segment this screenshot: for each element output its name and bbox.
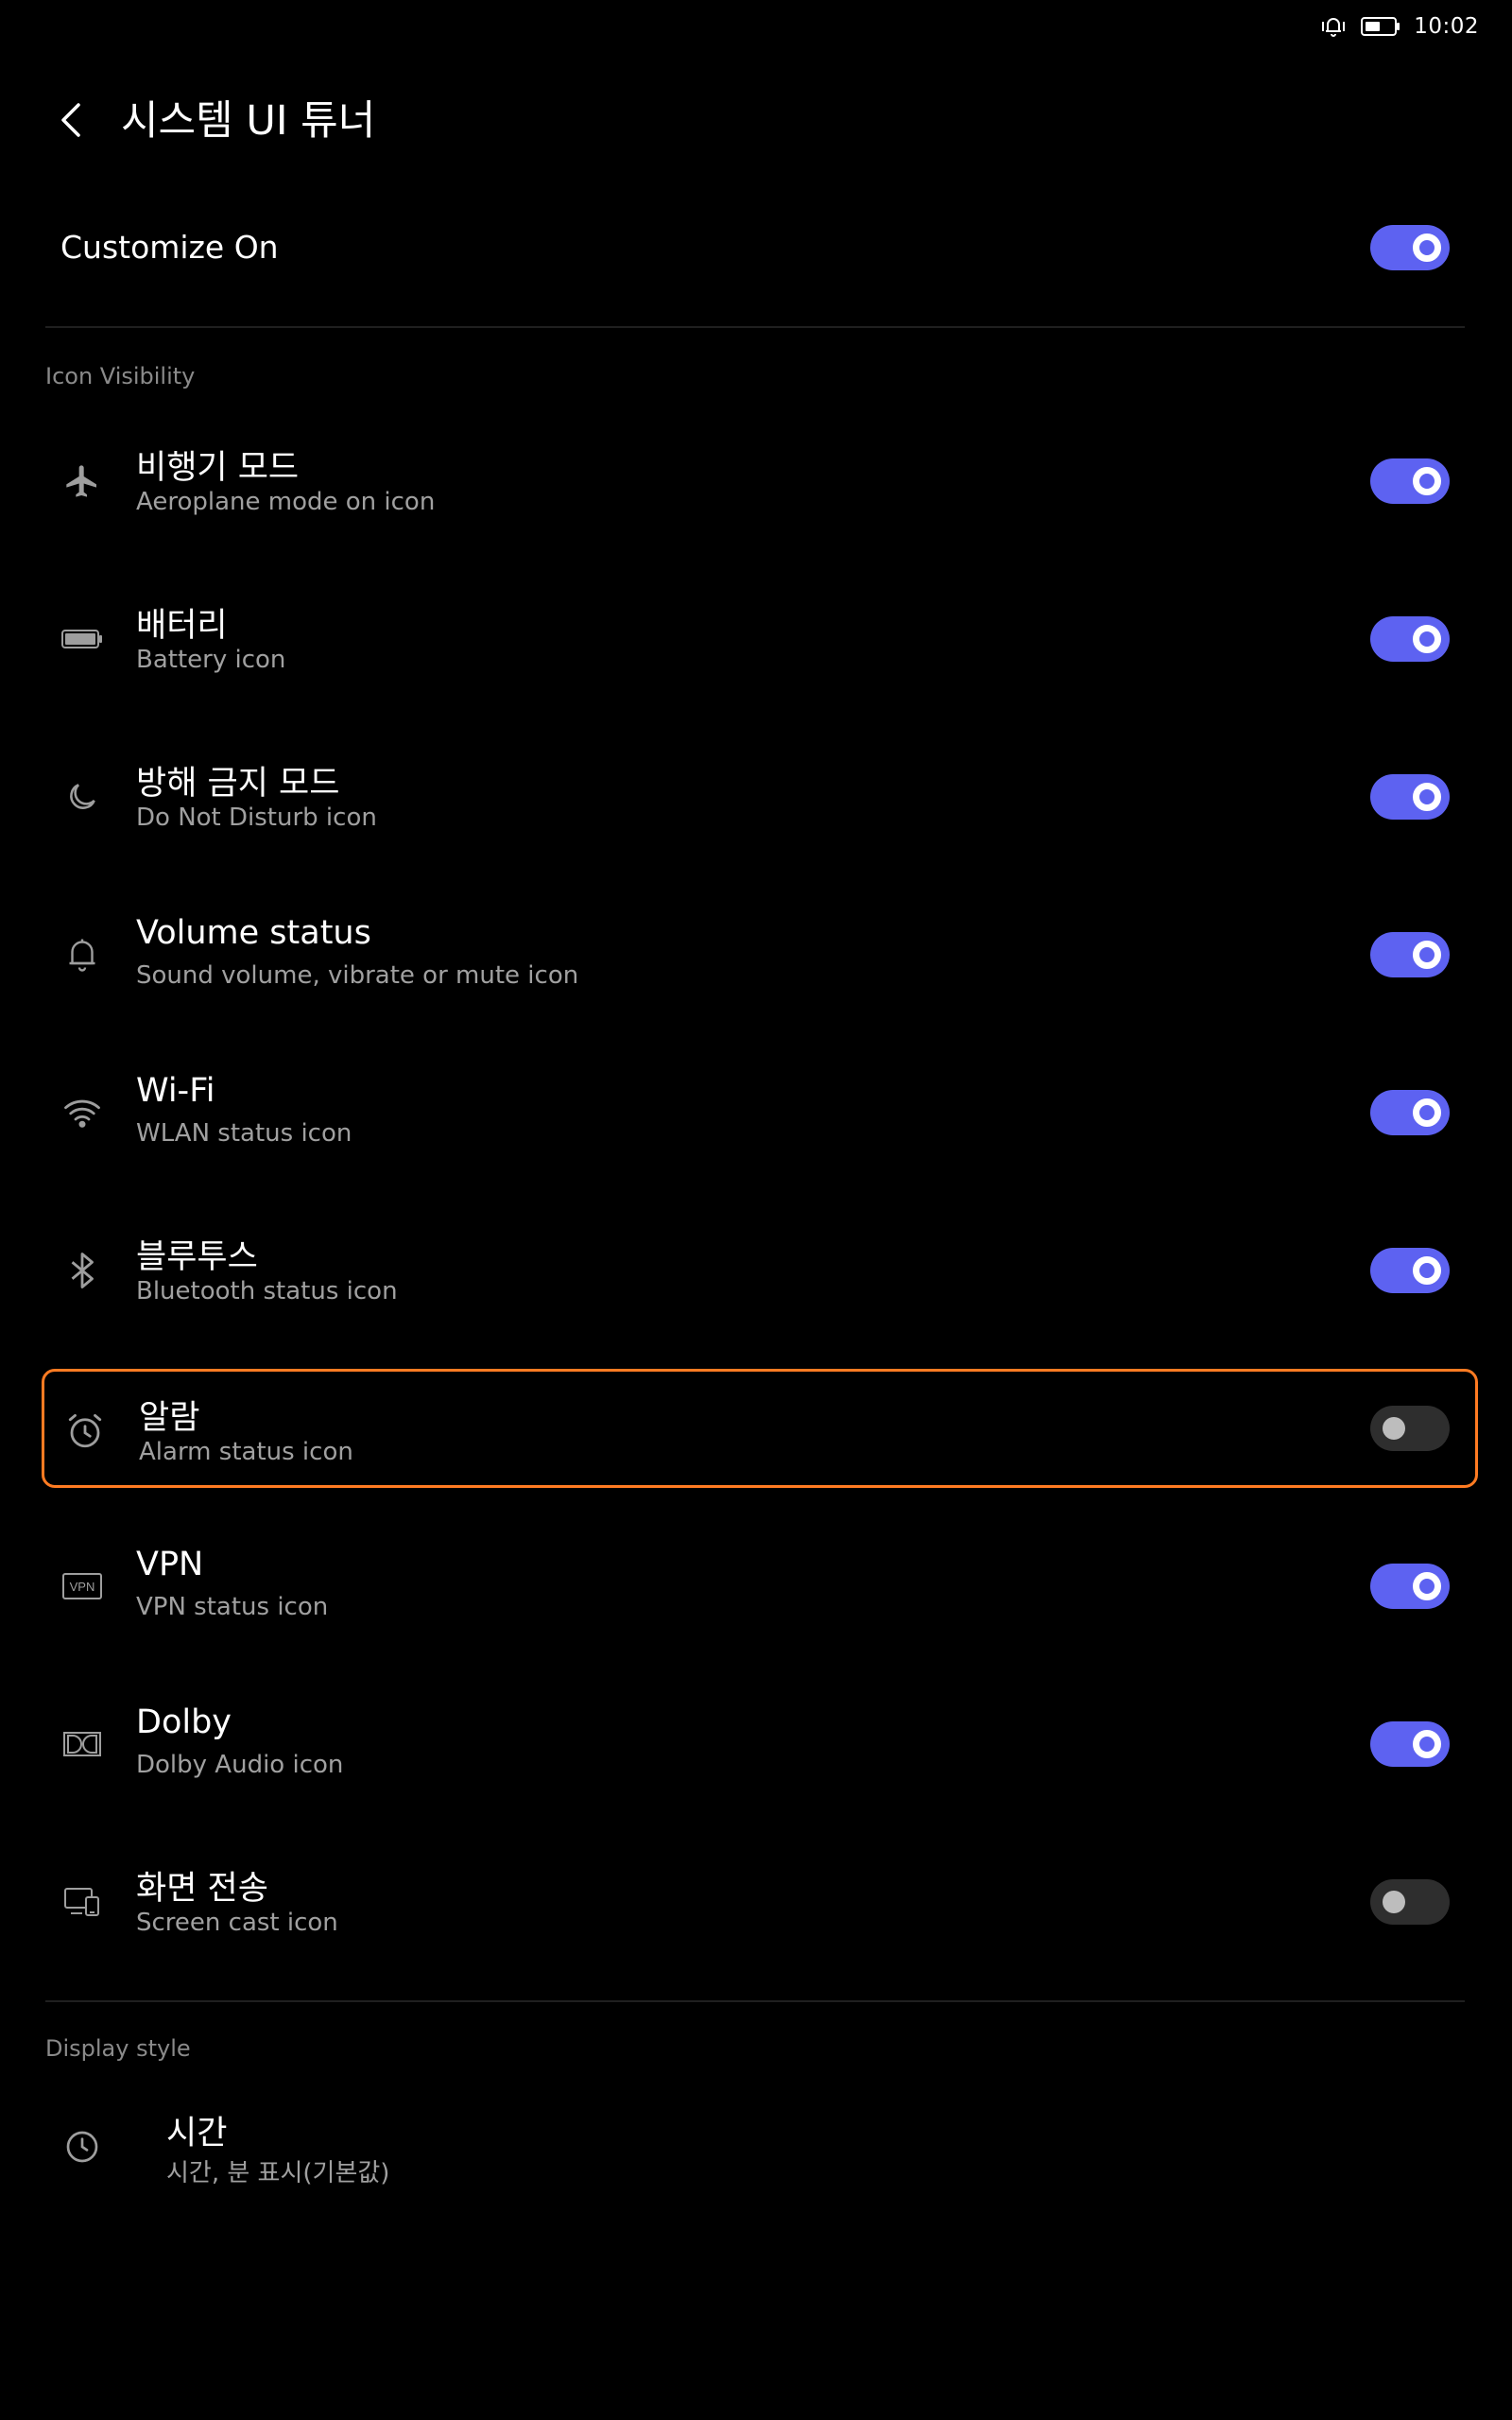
setting-subtitle: Battery icon: [136, 646, 286, 674]
setting-row-do-not-disturb[interactable]: 방해 금지 모드 Do Not Disturb icon: [42, 737, 1478, 856]
customize-on-label: Customize On: [60, 229, 279, 266]
alarm-clock-icon: [63, 1409, 107, 1453]
toggle-knob: [1413, 467, 1441, 495]
section-header-display-style: Display style: [45, 2035, 191, 2062]
toggle-knob: [1413, 941, 1441, 969]
customize-on-toggle[interactable]: [1370, 225, 1450, 270]
setting-row-battery[interactable]: 배터리 Battery icon: [42, 579, 1478, 699]
clock-icon: [60, 2125, 104, 2169]
wifi-toggle[interactable]: [1370, 1090, 1450, 1135]
setting-title: 블루투스: [136, 1238, 258, 1276]
vpn-icon-text: VPN: [70, 1580, 95, 1594]
setting-subtitle: Screen cast icon: [136, 1909, 338, 1937]
customize-on-row[interactable]: Customize On: [0, 206, 1512, 291]
do-not-disturb-toggle[interactable]: [1370, 774, 1450, 820]
setting-subtitle: WLAN status icon: [136, 1119, 352, 1148]
setting-row-vpn[interactable]: VPN VPN VPN status icon: [42, 1527, 1478, 1646]
toggle-knob: [1413, 625, 1441, 653]
app-bar: 시스템 UI 튜너: [0, 83, 1512, 159]
setting-subtitle: VPN status icon: [136, 1593, 329, 1621]
airplane-mode-toggle[interactable]: [1370, 458, 1450, 504]
volume-status-toggle[interactable]: [1370, 932, 1450, 977]
battery-icon: [1361, 16, 1400, 37]
back-button[interactable]: [47, 96, 94, 144]
setting-subtitle: 시간, 분 표시(기본값): [166, 2159, 390, 2187]
setting-subtitle: Do Not Disturb icon: [136, 804, 377, 832]
bluetooth-icon: [60, 1249, 104, 1292]
setting-subtitle: Alarm status icon: [139, 1438, 353, 1466]
screen-cast-icon: [60, 1880, 104, 1924]
setting-subtitle: Aeroplane mode on icon: [136, 488, 436, 516]
setting-title: Volume status: [136, 914, 371, 952]
page-title: 시스템 UI 튜너: [121, 97, 376, 145]
setting-title: Dolby: [136, 1703, 232, 1741]
dolby-toggle[interactable]: [1370, 1721, 1450, 1767]
setting-title: 알람: [139, 1399, 200, 1437]
toggle-knob: [1383, 1891, 1405, 1913]
vpn-toggle[interactable]: [1370, 1564, 1450, 1609]
section-header-icon-visibility: Icon Visibility: [45, 363, 196, 389]
setting-title: 시간: [166, 2115, 228, 2152]
setting-title: 비행기 모드: [136, 449, 300, 487]
vibrate-bell-icon: [1319, 14, 1348, 39]
setting-row-airplane-mode[interactable]: 비행기 모드 Aeroplane mode on icon: [42, 422, 1478, 541]
screen-cast-toggle[interactable]: [1370, 1879, 1450, 1925]
toggle-knob: [1413, 1572, 1441, 1600]
dolby-icon: [60, 1722, 104, 1766]
setting-row-wifi[interactable]: Wi-Fi WLAN status icon: [42, 1053, 1478, 1172]
setting-title: 방해 금지 모드: [136, 765, 340, 803]
setting-title: 화면 전송: [136, 1870, 268, 1908]
status-time: 10:02: [1414, 14, 1479, 39]
setting-row-dolby[interactable]: Dolby Dolby Audio icon: [42, 1685, 1478, 1804]
setting-title: Wi-Fi: [136, 1072, 215, 1110]
toggle-knob: [1413, 1730, 1441, 1758]
battery-toggle[interactable]: [1370, 616, 1450, 662]
setting-subtitle: Sound volume, vibrate or mute icon: [136, 961, 579, 990]
setting-row-screen-cast[interactable]: 화면 전송 Screen cast icon: [42, 1842, 1478, 1962]
battery-icon: [60, 617, 104, 661]
setting-row-time-format[interactable]: 시간 시간, 분 표시(기본값): [42, 2087, 1478, 2206]
toggle-knob: [1413, 233, 1441, 262]
moon-icon: [60, 775, 104, 819]
bluetooth-toggle[interactable]: [1370, 1248, 1450, 1293]
divider: [45, 326, 1465, 328]
toggle-knob: [1413, 783, 1441, 811]
airplane-icon: [60, 459, 104, 503]
toggle-knob: [1383, 1417, 1405, 1440]
setting-title: VPN: [136, 1546, 204, 1583]
setting-row-alarm[interactable]: 알람 Alarm status icon: [42, 1369, 1478, 1488]
vpn-icon: VPN: [60, 1564, 104, 1608]
setting-subtitle: Bluetooth status icon: [136, 1277, 398, 1305]
setting-title: 배터리: [136, 607, 228, 645]
status-bar: 10:02: [1319, 0, 1479, 53]
divider: [45, 2000, 1465, 2002]
toggle-knob: [1413, 1256, 1441, 1285]
alarm-toggle[interactable]: [1370, 1406, 1450, 1451]
bell-icon: [60, 933, 104, 977]
back-arrow-icon: [61, 103, 80, 137]
toggle-knob: [1413, 1098, 1441, 1127]
setting-row-bluetooth[interactable]: 블루투스 Bluetooth status icon: [42, 1211, 1478, 1330]
setting-row-volume-status[interactable]: Volume status Sound volume, vibrate or m…: [42, 895, 1478, 1014]
setting-subtitle: Dolby Audio icon: [136, 1751, 344, 1779]
wifi-icon: [60, 1091, 104, 1134]
